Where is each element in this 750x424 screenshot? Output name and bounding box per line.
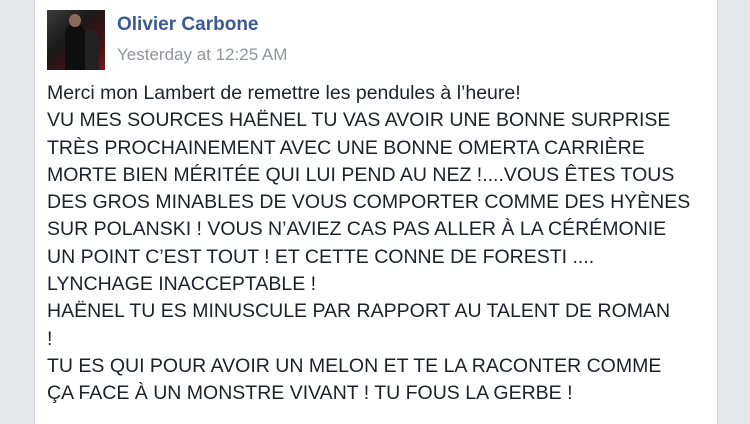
author-name-link[interactable]: Olivier Carbone — [117, 14, 259, 36]
post-text-line: ! — [47, 327, 53, 350]
avatar[interactable] — [47, 10, 105, 70]
post-timestamp-link[interactable]: Yesterday at 12:25 AM — [117, 45, 287, 65]
post-text-line: HAËNEL TU ES MINUSCULE PAR RAPPORT AU TA… — [47, 300, 671, 323]
post-text-line: DES GROS MINABLES DE VOUS COMPORTER COMM… — [47, 191, 691, 214]
post-text-line: TRÈS PROCHAINEMENT AVEC UNE BONNE OMERTA… — [47, 136, 645, 159]
post-text-line: ÇA FACE À UN MONSTRE VIVANT ! TU FOUS LA… — [47, 382, 573, 405]
post-text-line: VU MES SOURCES HAËNEL TU VAS AVOIR UNE B… — [47, 109, 671, 132]
post-card: Olivier Carbone Yesterday at 12:25 AM Me… — [34, 0, 718, 424]
post-text-line: Merci mon Lambert de remettre les pendul… — [47, 82, 521, 104]
post-text-line: SUR POLANSKI ! VOUS N’AVIEZ CAS PAS ALLE… — [47, 218, 667, 241]
post-text-line: MORTE BIEN MÉRITÉE QUI LUI PEND AU NEZ !… — [47, 163, 675, 186]
post-text-line: UN POINT C’EST TOUT ! ET CETTE CONNE DE … — [47, 245, 595, 268]
post-text-line: LYNCHAGE INACCEPTABLE ! — [47, 273, 317, 296]
post-text: Merci mon Lambert de remettre les pendul… — [47, 80, 715, 408]
post-text-line: TU ES QUI POUR AVOIR UN MELON ET TE LA R… — [47, 354, 662, 377]
